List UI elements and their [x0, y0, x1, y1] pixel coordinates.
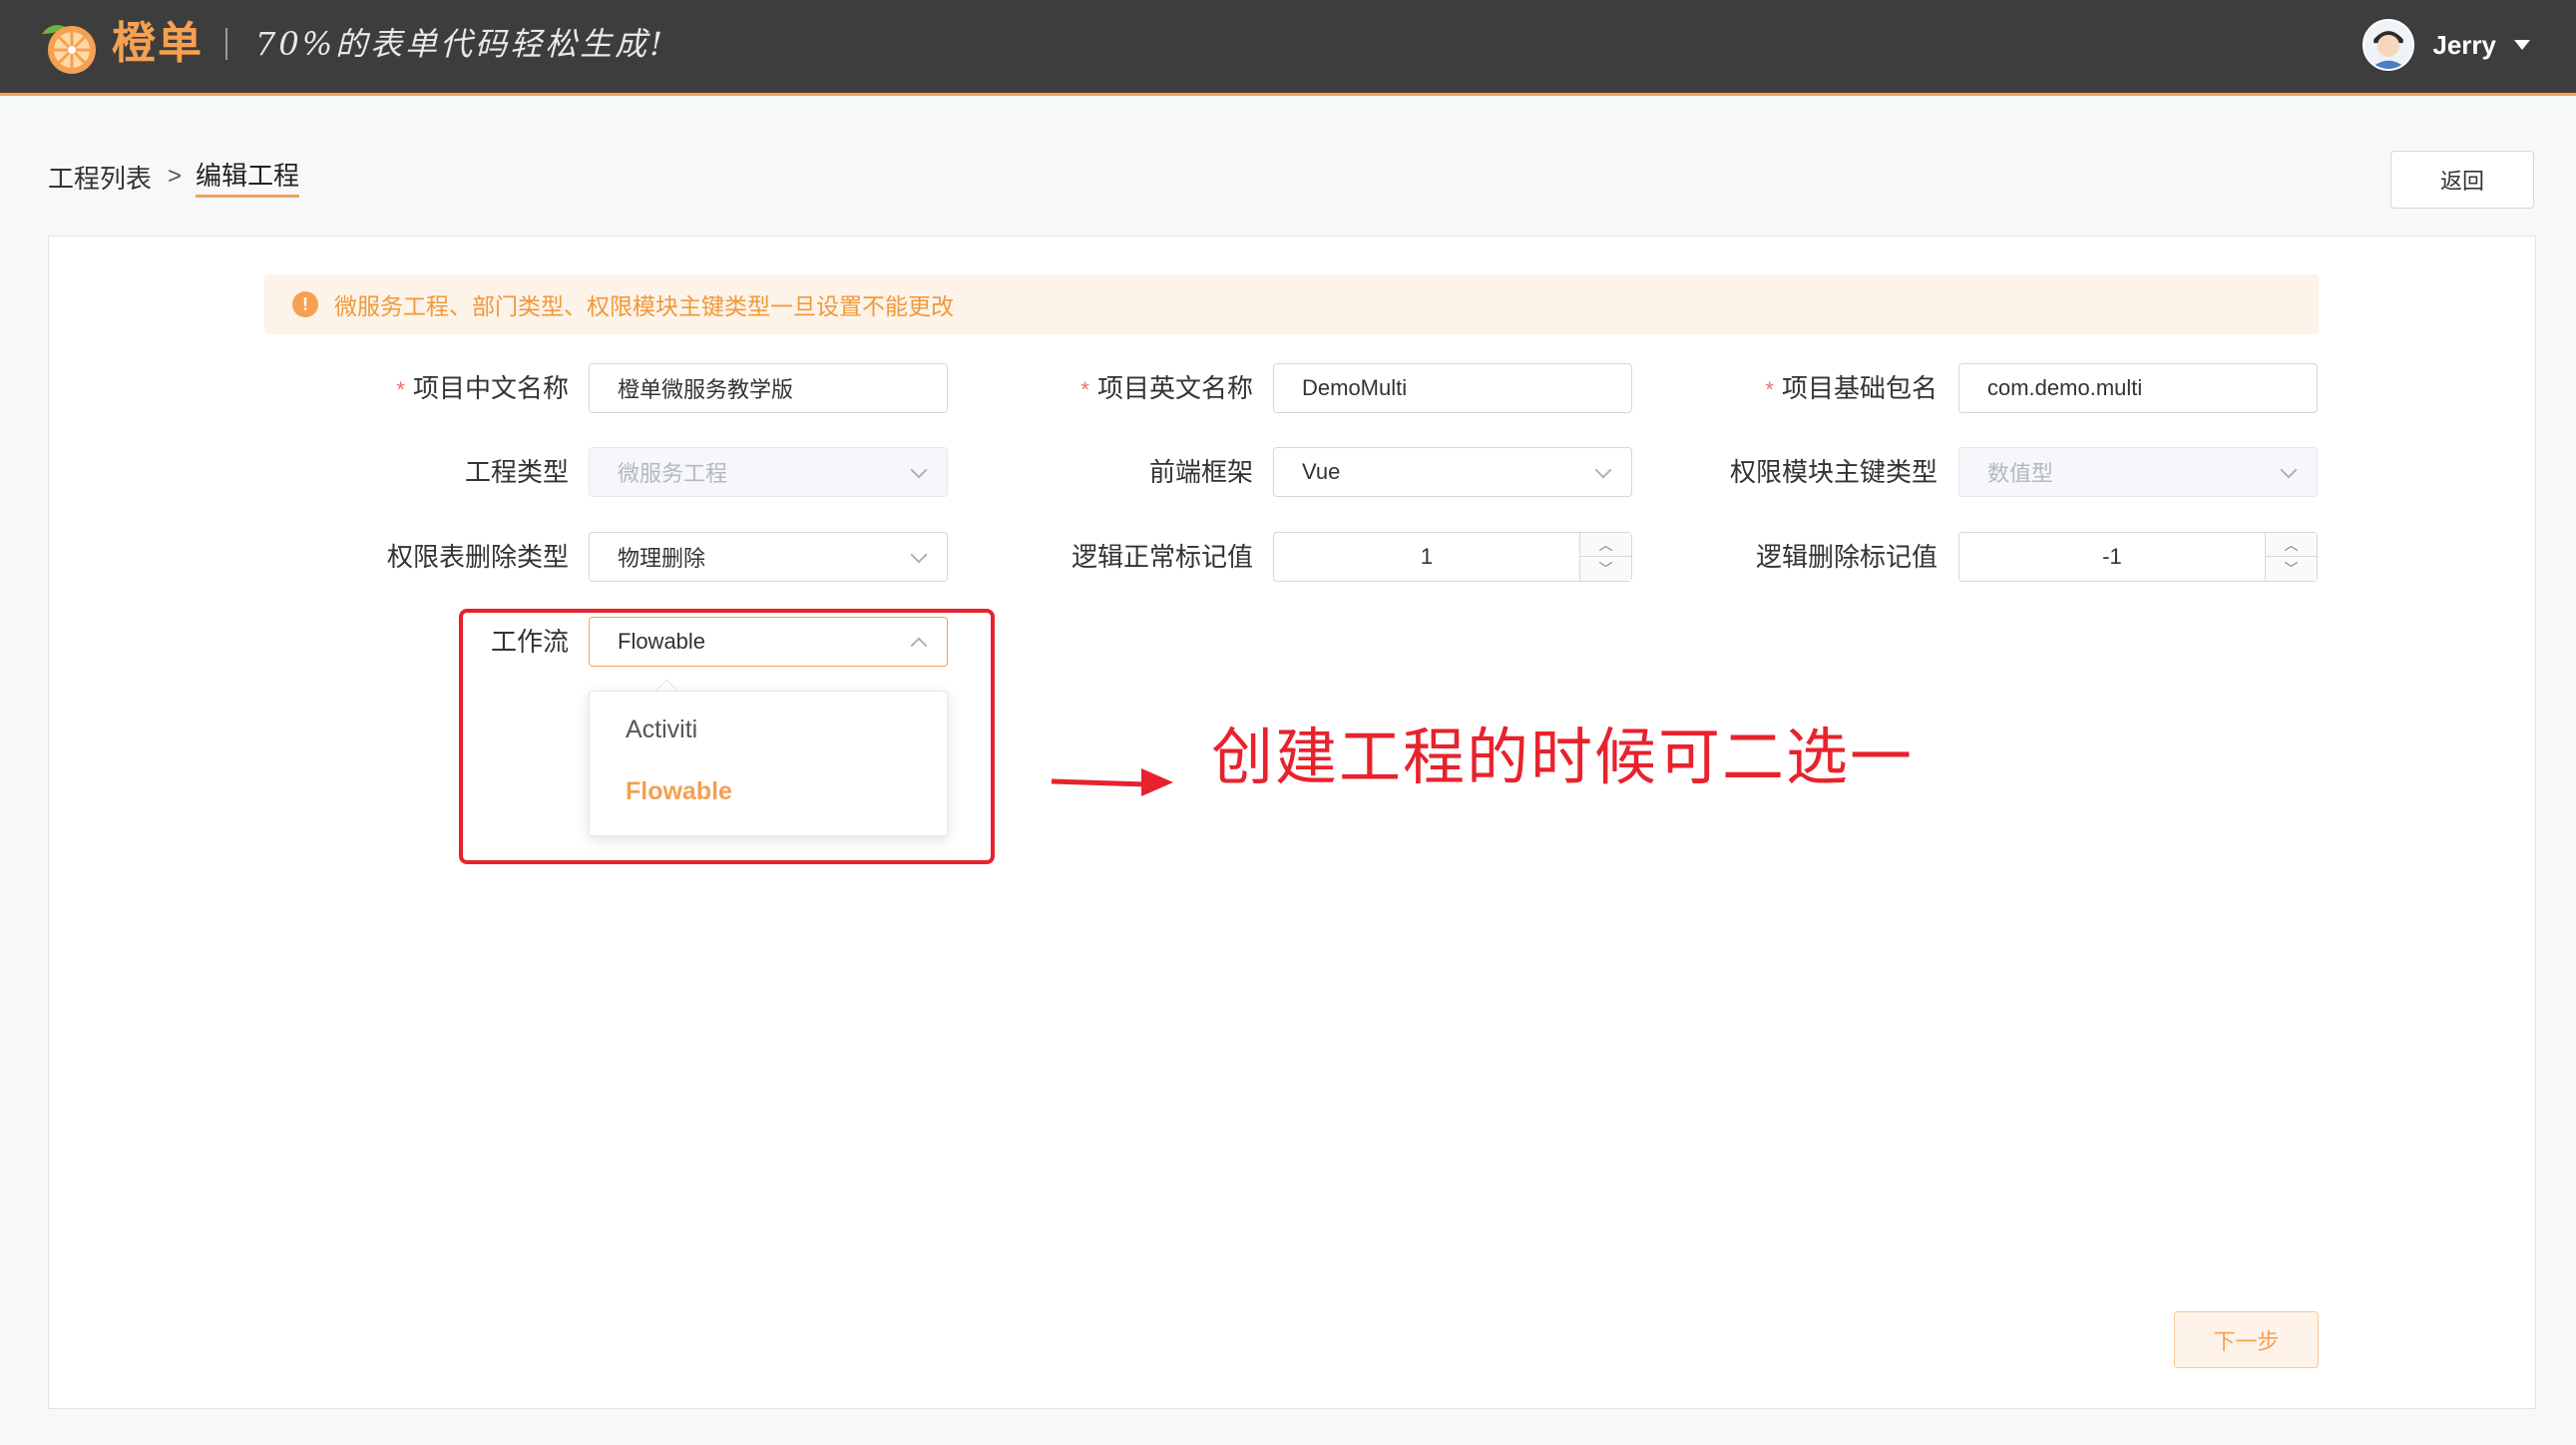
stepper-controls: ︿ ﹀	[2265, 533, 2317, 581]
required-mark: *	[1080, 377, 1089, 402]
label-logic-delete-value: 逻辑删除标记值	[1755, 542, 1937, 572]
back-button[interactable]: 返回	[2390, 151, 2534, 209]
header-slogan: 70%的表单代码轻松生成!	[255, 25, 665, 63]
frontend-framework-select[interactable]: Vue	[1273, 447, 1632, 497]
warning-icon: !	[292, 291, 318, 317]
label-project-cn-name: * 项目中文名称	[396, 373, 569, 403]
required-mark: *	[1765, 377, 1774, 402]
label-delete-type: 权限表删除类型	[386, 542, 569, 572]
project-type-select: 微服务工程	[589, 447, 948, 497]
project-en-name-input[interactable]: DemoMulti	[1273, 363, 1632, 413]
label-logic-normal-value: 逻辑正常标记值	[1071, 542, 1253, 572]
user-name: Jerry	[2432, 29, 2496, 60]
label-project-type: 工程类型	[464, 457, 569, 487]
label-base-package: * 项目基础包名	[1765, 373, 1937, 403]
chevron-down-icon	[910, 461, 928, 479]
logo-text: 橙单	[112, 19, 204, 68]
caret-down-icon[interactable]	[2514, 40, 2530, 50]
increment-icon[interactable]: ︿	[2266, 533, 2317, 557]
chevron-down-icon	[1594, 461, 1612, 479]
breadcrumb-parent[interactable]: 工程列表	[48, 159, 152, 196]
breadcrumb: 工程列表 > 编辑工程	[48, 156, 300, 198]
logic-normal-value-stepper[interactable]: 1 ︿ ﹀	[1273, 532, 1632, 582]
label-project-en-name: * 项目英文名称	[1080, 373, 1253, 403]
breadcrumb-current: 编辑工程	[196, 156, 300, 198]
chevron-down-icon	[2280, 461, 2298, 479]
annotation-text: 创建工程的时候可二选一	[1211, 723, 1915, 792]
user-avatar-icon	[2364, 21, 2413, 69]
permission-pk-type-select: 数值型	[1958, 447, 2318, 497]
avatar	[2362, 19, 2415, 71]
decrement-icon[interactable]: ﹀	[2266, 557, 2317, 581]
user-menu[interactable]: Jerry	[2362, 14, 2530, 76]
warning-alert: ! 微服务工程、部门类型、权限模块主键类型一旦设置不能更改	[264, 274, 2319, 334]
annotation-highlight-box	[459, 609, 995, 864]
alert-text: 微服务工程、部门类型、权限模块主键类型一旦设置不能更改	[334, 293, 954, 319]
header-divider	[225, 28, 227, 60]
base-package-input[interactable]: com.demo.multi	[1958, 363, 2318, 413]
label-frontend-framework: 前端框架	[1148, 457, 1253, 487]
next-step-button[interactable]: 下一步	[2174, 1311, 2319, 1368]
orange-logo-icon	[42, 25, 96, 74]
required-mark: *	[396, 377, 405, 402]
chevron-down-icon	[910, 546, 928, 564]
top-header: 橙单 70%的表单代码轻松生成! Jerry	[0, 0, 2576, 96]
delete-type-select[interactable]: 物理删除	[589, 532, 948, 582]
project-cn-name-input[interactable]: 橙单微服务教学版	[589, 363, 948, 413]
logic-delete-value-stepper[interactable]: -1 ︿ ﹀	[1958, 532, 2318, 582]
chevron-right-icon: >	[168, 163, 183, 190]
annotation-arrow-icon	[1051, 768, 1173, 796]
label-permission-pk-type: 权限模块主键类型	[1729, 457, 1937, 487]
